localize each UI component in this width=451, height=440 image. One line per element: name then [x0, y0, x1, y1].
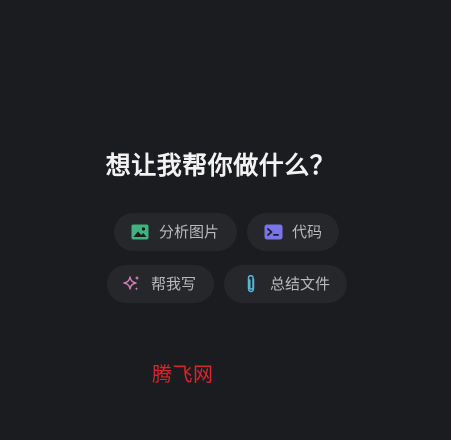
- analyze-image-label: 分析图片: [159, 223, 220, 241]
- image-icon: [130, 222, 150, 242]
- sparkle-icon: [122, 274, 142, 294]
- analyze-image-button[interactable]: 分析图片: [114, 213, 237, 251]
- code-label: 代码: [292, 223, 323, 241]
- summarize-file-label: 总结文件: [270, 275, 331, 293]
- help-me-write-button[interactable]: 帮我写: [107, 265, 214, 303]
- watermark-text: 腾飞网: [152, 362, 214, 386]
- summarize-file-button[interactable]: 总结文件: [224, 265, 347, 303]
- page-title: 想让我帮你做什么？: [105, 151, 336, 180]
- code-terminal-icon: [263, 222, 283, 242]
- paperclip-icon: [241, 274, 261, 294]
- help-me-write-label: 帮我写: [151, 275, 197, 293]
- code-button[interactable]: 代码: [247, 213, 339, 251]
- chat-home-screen: 想让我帮你做什么？ 分析图片 代码 帮我写 总结文件 腾飞网: [0, 0, 451, 440]
